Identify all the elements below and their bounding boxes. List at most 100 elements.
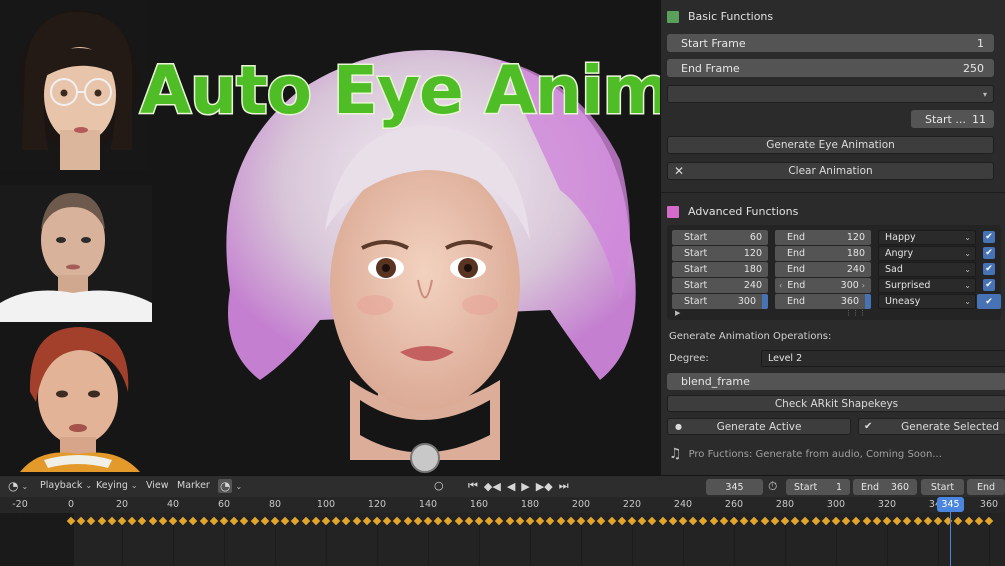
keyframe-marker[interactable]	[393, 516, 402, 526]
keyframe-marker[interactable]	[229, 516, 239, 526]
keyframe-marker[interactable]	[739, 516, 749, 526]
keyframe-marker[interactable]	[831, 516, 841, 526]
keyframe-marker[interactable]	[719, 516, 729, 526]
keyframe-marker[interactable]	[984, 516, 994, 526]
keyframe-marker[interactable]	[250, 516, 259, 526]
keyframe-marker[interactable]	[943, 516, 953, 526]
keyframe-marker[interactable]	[495, 516, 504, 526]
keyframe-marker[interactable]	[607, 516, 616, 526]
keyframe-marker[interactable]	[199, 516, 208, 526]
row-end-field[interactable]: End 180	[775, 246, 871, 261]
keyframe-marker[interactable]	[709, 516, 718, 526]
keyframe-marker[interactable]	[403, 516, 412, 526]
prev-keyframe-icon[interactable]: ◆◀	[484, 480, 501, 493]
keyframe-marker[interactable]	[168, 516, 178, 526]
clear-animation-button[interactable]: ✕ Clear Animation	[667, 162, 994, 180]
keyframe-marker[interactable]	[658, 516, 667, 526]
keyframe-marker[interactable]	[913, 516, 922, 526]
keyframe-marker[interactable]	[648, 516, 657, 526]
keyframe-marker[interactable]	[872, 516, 882, 526]
keyframe-marker[interactable]	[566, 516, 576, 526]
generate-selected-button[interactable]: ✔ Generate Selected	[858, 418, 1005, 435]
keyframe-marker[interactable]	[668, 516, 678, 526]
keyframe-marker[interactable]	[382, 516, 392, 526]
keyframe-marker[interactable]	[688, 516, 698, 526]
keyframe-marker[interactable]	[321, 516, 331, 526]
keyframe-marker[interactable]	[535, 516, 545, 526]
keyframe-marker[interactable]	[954, 516, 963, 526]
keyframe-marker[interactable]	[964, 516, 973, 526]
next-keyframe-icon[interactable]: ▶◆	[536, 480, 553, 493]
keyframe-marker[interactable]	[699, 516, 708, 526]
keyframe-marker[interactable]	[219, 516, 229, 526]
keyframe-marker[interactable]	[362, 516, 372, 526]
keyframe-marker[interactable]	[260, 516, 270, 526]
emotion-dropdown[interactable]: Happy ⌄	[878, 230, 976, 245]
keyframe-marker[interactable]	[464, 516, 474, 526]
row-end-field[interactable]: End 240	[775, 262, 871, 277]
row-enable-checkbox[interactable]: ✔	[983, 231, 995, 243]
play-reverse-icon[interactable]: ◀	[507, 480, 515, 493]
keyframe-marker[interactable]	[87, 516, 96, 526]
jump-start-icon[interactable]: ⏮	[468, 479, 478, 493]
keyframe-marker[interactable]	[209, 516, 219, 526]
jump-to-end-button[interactable]: End	[967, 479, 1005, 495]
keyframe-marker[interactable]	[311, 516, 321, 526]
row-start-field[interactable]: Start 120	[672, 246, 768, 261]
jump-to-start-button[interactable]: Start	[921, 479, 964, 495]
basic-functions-header[interactable]: Basic Functions	[667, 10, 773, 23]
keyframe-marker[interactable]	[515, 516, 525, 526]
keyframe-marker[interactable]	[117, 516, 127, 526]
play-icon[interactable]: ▶	[521, 480, 529, 493]
keyframe-marker[interactable]	[821, 516, 831, 526]
keyframe-marker[interactable]	[148, 516, 157, 526]
row-start-field[interactable]: Start 300	[672, 294, 768, 309]
keyframe-marker[interactable]	[760, 516, 769, 526]
keyframe-marker[interactable]	[444, 516, 453, 526]
row-start-field[interactable]: Start 240	[672, 278, 768, 293]
keyframe-marker[interactable]	[576, 516, 586, 526]
menu-keying[interactable]: Keying ⌄	[96, 480, 138, 491]
check-arkit-shapekeys-button[interactable]: Check ARkit Shapekeys	[667, 395, 1005, 412]
row-start-field[interactable]: Start 60	[672, 230, 768, 245]
keyframe-marker[interactable]	[933, 516, 943, 526]
generate-active-button[interactable]: ● Generate Active	[667, 418, 851, 435]
keyframe-marker[interactable]	[974, 516, 984, 526]
keyframe-marker[interactable]	[841, 516, 851, 526]
dopesheet-summary-track[interactable]	[0, 513, 1005, 566]
keyframe-marker[interactable]	[546, 516, 555, 526]
keyframe-marker[interactable]	[556, 516, 565, 526]
emotion-dropdown[interactable]: Uneasy ⌄	[878, 294, 976, 309]
keyframe-marker[interactable]	[138, 516, 147, 526]
mode-dropdown[interactable]: ▾	[667, 85, 994, 103]
keyframe-marker[interactable]	[750, 516, 759, 526]
keyframe-marker[interactable]	[862, 516, 871, 526]
row-end-field-hovered[interactable]: ‹ End 300 ›	[775, 278, 871, 293]
row-enable-checkbox[interactable]: ✔	[983, 263, 995, 275]
jump-end-icon[interactable]: ⏭	[559, 479, 569, 493]
keyframe-marker[interactable]	[892, 516, 902, 526]
frame-ruler[interactable]: -20 0 20 40 60 80 100 120 140 160 180 200 220 240 260 2…	[0, 497, 1005, 513]
keyframe-marker[interactable]	[280, 516, 290, 526]
start-frame-field[interactable]: Start Frame 1	[667, 34, 994, 52]
keyframe-marker[interactable]	[331, 516, 341, 526]
keyframe-marker[interactable]	[107, 516, 117, 526]
emotion-dropdown[interactable]: Sad ⌄	[878, 262, 976, 277]
generate-eye-animation-button[interactable]: Generate Eye Animation	[667, 136, 994, 154]
keyframe-marker[interactable]	[790, 516, 800, 526]
keyframe-marker[interactable]	[525, 516, 535, 526]
keyframe-marker[interactable]	[627, 516, 637, 526]
keyframe-marker[interactable]	[270, 516, 280, 526]
editor-type-selector[interactable]: ◔ ⌄	[8, 479, 28, 493]
range-end-field[interactable]: End 360	[853, 479, 917, 495]
row-enable-checkbox[interactable]: ✔	[983, 279, 995, 291]
keyframe-marker[interactable]	[433, 516, 443, 526]
keying-set-selector[interactable]: ◔ ⌄	[218, 479, 242, 493]
blend-frame-field[interactable]: blend_frame	[667, 373, 1005, 390]
keyframe-marker[interactable]	[811, 516, 820, 526]
keyframe-marker[interactable]	[505, 516, 514, 526]
keyframe-marker[interactable]	[852, 516, 861, 526]
keyframe-marker[interactable]	[178, 516, 188, 526]
row-enable-checkbox[interactable]: ✔	[977, 294, 1001, 309]
keyframe-marker[interactable]	[301, 516, 310, 526]
